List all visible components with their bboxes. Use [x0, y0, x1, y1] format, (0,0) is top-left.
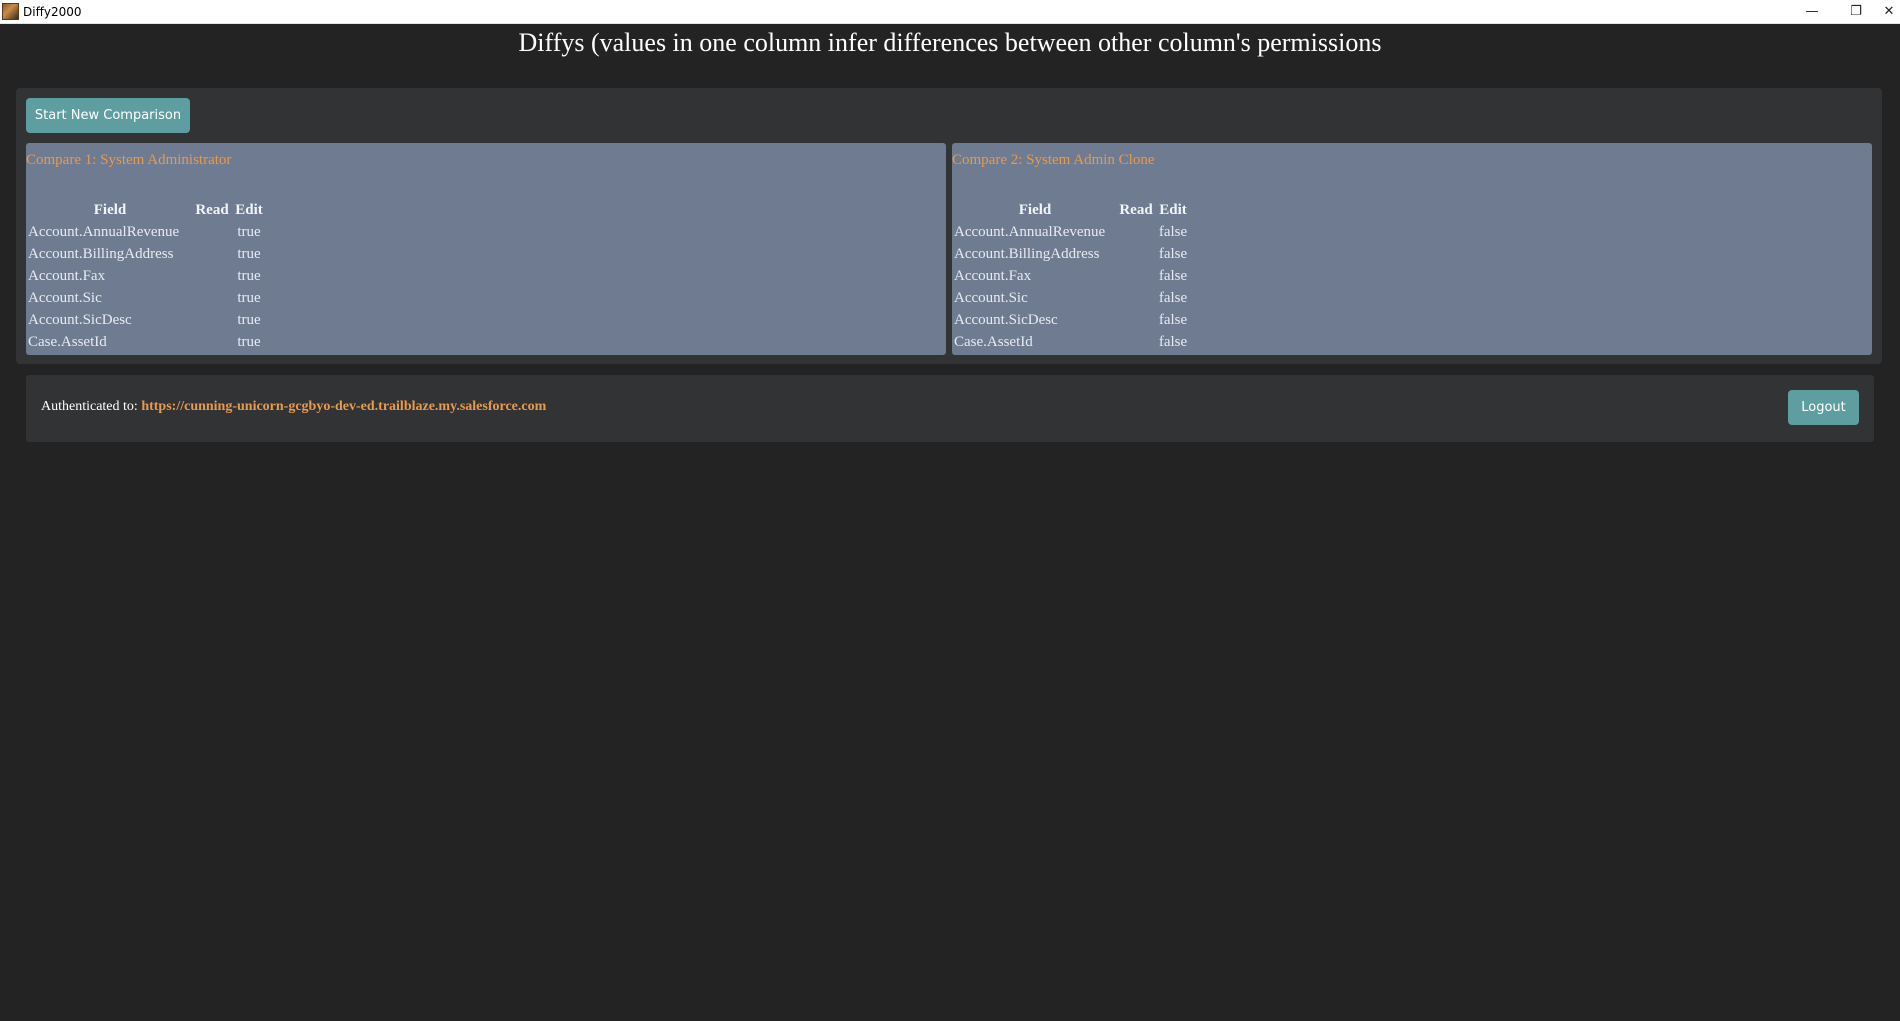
- edit-cell: false: [1158, 245, 1188, 262]
- field-cell: Account.Fax: [954, 267, 1032, 284]
- field-cell: Account.BillingAddress: [954, 245, 1100, 262]
- edit-cell: false: [1158, 267, 1188, 284]
- edit-cell: false: [1158, 333, 1188, 350]
- close-icon[interactable]: ✕: [1878, 0, 1900, 23]
- table-header-row: Field Read Edit: [953, 199, 1191, 221]
- field-cell: Account.AnnualRevenue: [954, 223, 1106, 240]
- compare-1-title: Compare 1: System Administrator: [26, 152, 232, 168]
- table-row: Case.AssetId false: [953, 331, 1191, 353]
- compare-1-panel: Compare 1: System Administrator Field Re…: [26, 143, 946, 355]
- field-cell: Account.Sic: [28, 289, 102, 306]
- field-cell: Account.Fax: [28, 267, 106, 284]
- read-cell: [1117, 243, 1155, 265]
- compare-2-title: Compare 2: System Admin Clone: [952, 152, 1155, 168]
- read-cell: [1117, 331, 1155, 353]
- auth-status: Authenticated to: https://cunning-unicor…: [41, 399, 546, 415]
- logout-button[interactable]: Logout: [1788, 390, 1859, 425]
- field-cell: Account.Sic: [954, 289, 1028, 306]
- read-cell: [193, 221, 231, 243]
- edit-cell: false: [1158, 311, 1188, 328]
- table-row: Case.AssetId true: [27, 331, 267, 353]
- read-cell: [193, 331, 231, 353]
- table-row: Account.AnnualRevenue false: [953, 221, 1191, 243]
- column-header-edit: Edit: [235, 201, 263, 218]
- compare-1-table: Field Read Edit Account.AnnualRevenue tr…: [27, 199, 267, 353]
- table-row: Account.BillingAddress true: [27, 243, 267, 265]
- table-header-row: Field Read Edit: [27, 199, 267, 221]
- window-title: Diffy2000: [23, 4, 82, 19]
- table-row: Account.SicDesc true: [27, 309, 267, 331]
- column-header-read: Read: [1119, 201, 1153, 218]
- read-cell: [1117, 265, 1155, 287]
- table-row: Account.Sic false: [953, 287, 1191, 309]
- restore-icon[interactable]: ❐: [1834, 0, 1878, 23]
- edit-cell: true: [237, 289, 261, 306]
- edit-cell: true: [237, 267, 261, 284]
- read-cell: [1117, 221, 1155, 243]
- read-cell: [193, 265, 231, 287]
- field-cell: Account.BillingAddress: [28, 245, 174, 262]
- window-titlebar: Diffy2000 — ❐ ✕: [0, 0, 1900, 24]
- table-row: Account.Fax false: [953, 265, 1191, 287]
- read-cell: [193, 309, 231, 331]
- table-row: Account.Sic true: [27, 287, 267, 309]
- read-cell: [193, 287, 231, 309]
- window-controls: — ❐ ✕: [1790, 0, 1900, 23]
- column-header-edit: Edit: [1159, 201, 1187, 218]
- edit-cell: true: [237, 311, 261, 328]
- field-cell: Account.SicDesc: [954, 311, 1058, 328]
- page-title: Diffys (values in one column infer diffe…: [518, 28, 1382, 57]
- field-cell: Case.AssetId: [954, 333, 1033, 350]
- table-row: Account.BillingAddress false: [953, 243, 1191, 265]
- field-cell: Account.SicDesc: [28, 311, 132, 328]
- edit-cell: false: [1158, 289, 1188, 306]
- column-header-field: Field: [93, 201, 127, 218]
- field-cell: Account.AnnualRevenue: [28, 223, 180, 240]
- auth-label: Authenticated to:: [41, 399, 142, 414]
- minimize-icon[interactable]: —: [1790, 0, 1834, 23]
- column-header-field: Field: [1018, 201, 1052, 218]
- compare-2-table: Field Read Edit Account.AnnualRevenue fa…: [953, 199, 1191, 353]
- compare-2-panel: Compare 2: System Admin Clone Field Read…: [952, 143, 1872, 355]
- edit-cell: true: [237, 245, 261, 262]
- app-icon: [2, 3, 19, 20]
- table-row: Account.SicDesc false: [953, 309, 1191, 331]
- auth-url: https://cunning-unicorn-gcgbyo-dev-ed.tr…: [141, 399, 547, 414]
- edit-cell: true: [237, 223, 261, 240]
- edit-cell: false: [1158, 223, 1188, 240]
- comparison-panel: Start New Comparison Compare 1: System A…: [16, 88, 1882, 364]
- read-cell: [1117, 309, 1155, 331]
- start-new-comparison-button[interactable]: Start New Comparison: [26, 98, 190, 133]
- read-cell: [1117, 287, 1155, 309]
- column-header-read: Read: [195, 201, 229, 218]
- edit-cell: true: [237, 333, 261, 350]
- read-cell: [193, 243, 231, 265]
- auth-status-bar: Authenticated to: https://cunning-unicor…: [26, 375, 1874, 442]
- table-row: Account.Fax true: [27, 265, 267, 287]
- table-row: Account.AnnualRevenue true: [27, 221, 267, 243]
- field-cell: Case.AssetId: [28, 333, 107, 350]
